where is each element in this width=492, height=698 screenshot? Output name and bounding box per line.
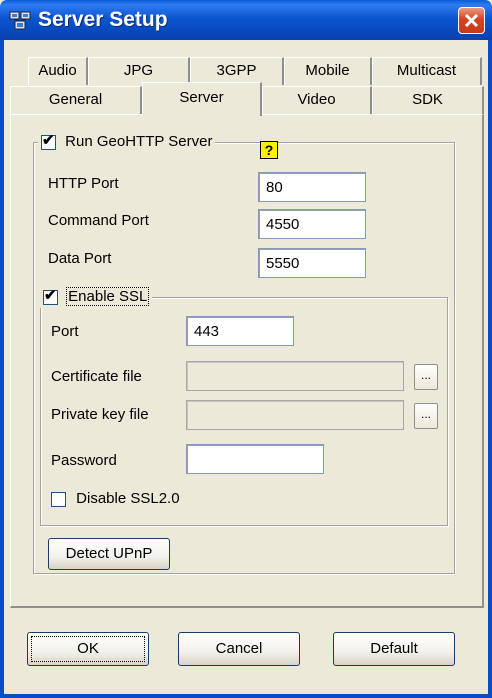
enable-ssl-label: Enable SSL xyxy=(66,287,150,306)
run-geohttp-checkbox-row[interactable]: ✔ Run GeoHTTP Server xyxy=(38,131,216,153)
tab-jpg[interactable]: JPG xyxy=(88,57,190,85)
ssl-port-label: Port xyxy=(51,323,79,340)
window-frame-bottom xyxy=(0,694,492,698)
window-title: Server Setup xyxy=(38,8,168,31)
ok-button[interactable]: OK xyxy=(27,632,149,666)
command-port-input[interactable]: 4550 xyxy=(258,209,366,239)
title-bar: Server Setup xyxy=(0,0,492,40)
tab-3gpp[interactable]: 3GPP xyxy=(190,57,284,85)
disable-ssl2-checkbox[interactable] xyxy=(51,491,66,507)
disable-ssl2-label: Disable SSL2.0 xyxy=(76,490,180,507)
tab-audio[interactable]: Audio xyxy=(28,57,88,85)
password-input[interactable] xyxy=(186,444,324,474)
tab-multicast[interactable]: Multicast xyxy=(372,57,482,85)
tab-video[interactable]: Video xyxy=(262,86,372,114)
tab-server[interactable]: Server xyxy=(142,82,262,116)
http-port-input[interactable]: 80 xyxy=(258,172,366,202)
cancel-button[interactable]: Cancel xyxy=(178,632,300,666)
tab-general[interactable]: General xyxy=(10,86,142,114)
tab-sdk[interactable]: SDK xyxy=(372,86,484,114)
password-label: Password xyxy=(51,452,117,469)
check-mark-icon: ✔ xyxy=(42,131,55,149)
window-frame-right xyxy=(488,40,492,698)
tab-mobile[interactable]: Mobile xyxy=(284,57,372,85)
data-port-input[interactable]: 5550 xyxy=(258,248,366,278)
http-port-label: HTTP Port xyxy=(48,175,119,192)
check-mark-icon: ✔ xyxy=(44,286,57,304)
default-button[interactable]: Default xyxy=(333,632,455,666)
enable-ssl-checkbox-row[interactable]: ✔ Enable SSL xyxy=(40,286,153,308)
private-key-file-input[interactable] xyxy=(186,400,404,430)
disable-ssl2-checkbox-row[interactable]: Disable SSL2.0 xyxy=(51,490,180,507)
network-computers-icon xyxy=(9,11,31,30)
run-geohttp-checkbox[interactable]: ✔ xyxy=(41,131,56,150)
close-icon xyxy=(464,13,479,28)
run-geohttp-label: Run GeoHTTP Server xyxy=(65,133,213,150)
help-icon[interactable]: ? xyxy=(260,141,278,159)
enable-ssl-checkbox[interactable]: ✔ xyxy=(43,286,58,305)
ssl-port-input[interactable]: 443 xyxy=(186,316,294,346)
command-port-label: Command Port xyxy=(48,212,149,229)
browse-private-key-button[interactable]: ... xyxy=(414,403,438,429)
certificate-file-label: Certificate file xyxy=(51,368,142,385)
private-key-file-label: Private key file xyxy=(51,406,149,423)
browse-certificate-button[interactable]: ... xyxy=(414,364,438,390)
detect-upnp-button[interactable]: Detect UPnP xyxy=(48,538,170,570)
data-port-label: Data Port xyxy=(48,250,112,267)
close-button[interactable] xyxy=(458,7,485,34)
window-frame-left xyxy=(0,40,4,698)
certificate-file-input[interactable] xyxy=(186,361,404,391)
